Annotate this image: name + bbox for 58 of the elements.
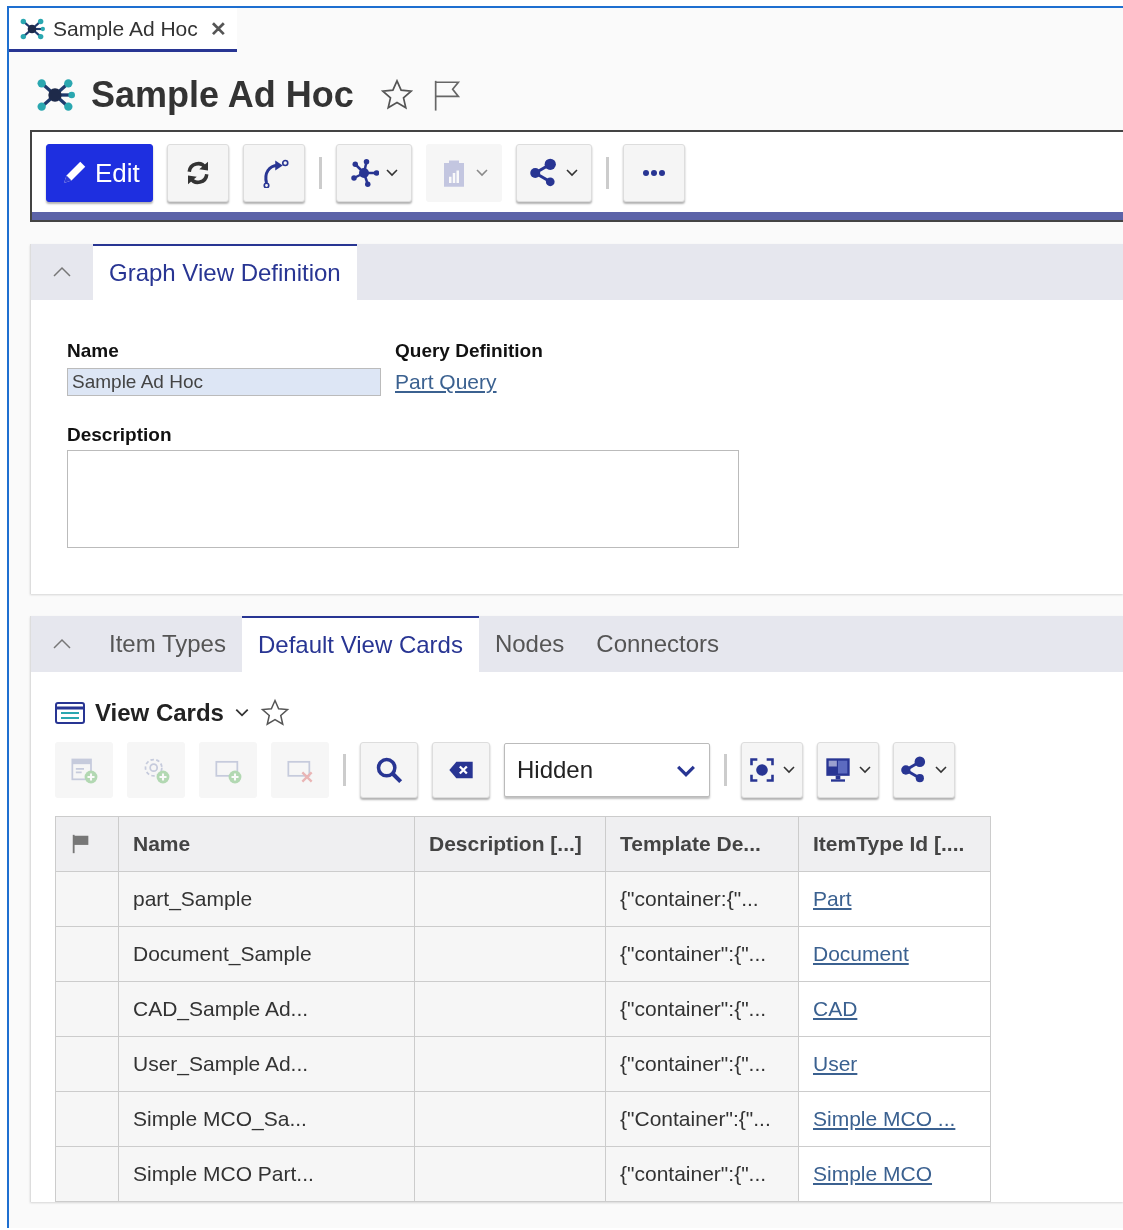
menu-button[interactable]	[335, 144, 412, 202]
focus-icon	[748, 756, 776, 784]
item-type-link[interactable]: Part	[813, 887, 852, 910]
section-tab[interactable]: Connectors	[580, 616, 736, 672]
network-icon	[348, 158, 379, 188]
column-header[interactable]: Template De...	[605, 816, 799, 872]
list-icon	[55, 701, 85, 725]
name-field[interactable]: Sample Ad Hoc	[67, 368, 381, 396]
view-select[interactable]: Hidden	[504, 743, 710, 797]
add-card-icon	[70, 756, 98, 784]
column-header[interactable]: ItemType Id [....	[798, 816, 991, 872]
table-cell: Simple MCO Part...	[118, 1146, 415, 1202]
query-link[interactable]: Part Query	[395, 368, 543, 396]
refresh-button[interactable]	[166, 144, 229, 202]
field-label: Name	[67, 340, 120, 362]
table-cell: {"Container":{"...	[605, 1091, 799, 1147]
table-cell: CAD_Sample Ad...	[118, 981, 415, 1037]
share-icon	[900, 756, 928, 784]
menu-button[interactable]	[893, 742, 955, 798]
section-tab[interactable]: Graph View Definition	[93, 244, 357, 300]
grid-title[interactable]: View Cards	[95, 699, 224, 727]
table-cell: part_Sample	[118, 871, 415, 927]
description-field[interactable]	[67, 450, 739, 548]
section-tab[interactable]: Nodes	[478, 616, 581, 672]
table-cell: {"container":{"...	[605, 926, 799, 982]
tab-label: Sample Ad Hoc	[53, 16, 198, 41]
section-tab[interactable]: Item Types	[93, 616, 242, 672]
table-cell: {"container":{"...	[605, 1146, 799, 1202]
star-icon[interactable]	[259, 698, 290, 728]
menu-button[interactable]	[817, 742, 879, 798]
column-header[interactable]: Description [...]	[414, 816, 606, 872]
search-icon	[375, 756, 403, 784]
share-icon	[528, 158, 559, 188]
field-label: Query Definition	[395, 340, 543, 362]
table-cell: {"container:{"...	[605, 871, 799, 927]
star-icon[interactable]	[379, 78, 414, 112]
page-title: Sample Ad Hoc	[91, 74, 354, 116]
edit-button[interactable]: Edit	[46, 144, 153, 202]
curved-arrow-button[interactable]	[242, 144, 305, 202]
document-tab[interactable]: Sample Ad Hoc ✕	[9, 8, 237, 52]
search-button[interactable]	[360, 742, 418, 798]
table-cell: {"container":{"...	[605, 981, 799, 1037]
more-button[interactable]	[622, 144, 685, 202]
menu-button[interactable]	[515, 144, 592, 202]
table-cell: User_Sample Ad...	[118, 1036, 415, 1092]
clear-button[interactable]	[432, 742, 490, 798]
table-cell: {"container":{"...	[605, 1036, 799, 1092]
item-type-link[interactable]: User	[813, 1052, 858, 1075]
menu-button[interactable]	[741, 742, 803, 798]
item-type-link[interactable]: CAD	[813, 997, 858, 1020]
field-label: Description	[67, 424, 173, 446]
monitor-icon	[824, 756, 852, 784]
column-header[interactable]: Name	[118, 816, 415, 872]
section-tab[interactable]: Default View Cards	[241, 616, 479, 672]
add-settings-icon	[142, 756, 170, 784]
close-icon[interactable]: ✕	[209, 16, 227, 41]
table-cell: Document_Sample	[118, 926, 415, 982]
table-cell: Simple MCO_Sa...	[118, 1091, 415, 1147]
